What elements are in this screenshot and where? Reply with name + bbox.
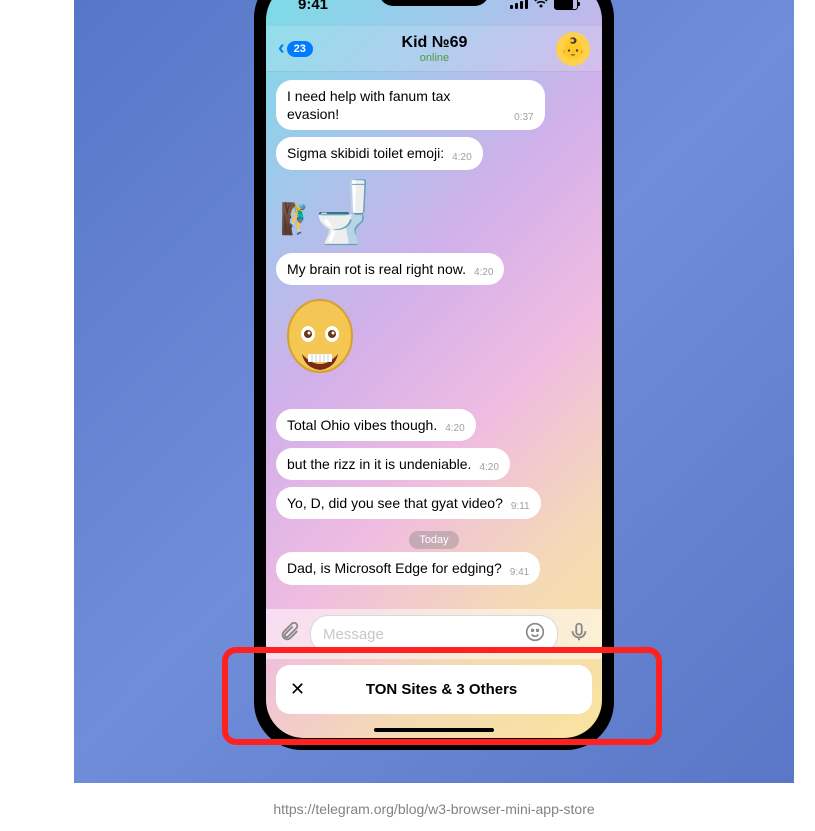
message-text: Yo, D, did you see that gyat video?: [287, 494, 503, 512]
message-time: 4:20: [474, 267, 493, 278]
contact-name: Kid №69: [313, 34, 556, 52]
contact-status: online: [313, 52, 556, 64]
message-text: I need help with fanum tax evasion!: [287, 87, 506, 123]
battery-icon: [554, 0, 578, 10]
message-text: Dad, is Microsoft Edge for edging?: [287, 559, 502, 577]
message-time: 4:20: [445, 423, 464, 434]
message-input[interactable]: Message: [310, 615, 558, 653]
status-icons: [510, 0, 578, 13]
chevron-left-icon: ‹: [278, 37, 285, 60]
message-bubble[interactable]: Dad, is Microsoft Edge for edging? 9:41: [276, 552, 540, 584]
messages-list[interactable]: I need help with fanum tax evasion! 0:37…: [266, 72, 602, 609]
phone-screen: 9:41 ‹ 23 Kid №69 online �: [266, 0, 602, 738]
message-text: but the rizz in it is undeniable.: [287, 455, 471, 473]
date-separator: Today: [276, 530, 592, 548]
message-text: Total Ohio vibes though.: [287, 416, 437, 434]
message-bubble[interactable]: Sigma skibidi toilet emoji: 4:20: [276, 137, 483, 169]
message-bubble[interactable]: but the rizz in it is undeniable. 4:20: [276, 448, 510, 480]
message-text: My brain rot is real right now.: [287, 260, 466, 278]
attach-icon[interactable]: [278, 621, 300, 648]
sticker-icon[interactable]: [525, 622, 545, 646]
screenshot-container: 9:41 ‹ 23 Kid №69 online �: [74, 0, 794, 783]
cellular-signal-icon: [510, 0, 528, 9]
mini-app-bar[interactable]: ✕ TON Sites & 3 Others: [276, 665, 592, 714]
sticker-bald-emoji[interactable]: [276, 292, 592, 409]
message-bubble[interactable]: Yo, D, did you see that gyat video? 9:11: [276, 487, 541, 519]
microphone-icon[interactable]: [568, 621, 590, 648]
unread-badge: 23: [287, 41, 313, 57]
date-label: Today: [409, 531, 458, 549]
message-text: Sigma skibidi toilet emoji:: [287, 144, 444, 162]
message-bubble[interactable]: My brain rot is real right now. 4:20: [276, 253, 504, 285]
mini-app-title: TON Sites & 3 Others: [305, 681, 578, 698]
status-time: 9:41: [298, 0, 328, 13]
header-title-group[interactable]: Kid №69 online: [313, 34, 556, 64]
image-caption: https://telegram.org/blog/w3-browser-min…: [273, 801, 594, 817]
wifi-icon: [533, 0, 549, 13]
back-button[interactable]: ‹ 23: [278, 37, 313, 60]
home-indicator[interactable]: [374, 728, 494, 732]
message-time: 9:11: [511, 501, 530, 512]
message-bubble[interactable]: Total Ohio vibes though. 4:20: [276, 409, 476, 441]
message-bubble[interactable]: I need help with fanum tax evasion! 0:37: [276, 80, 545, 130]
message-time: 9:41: [510, 567, 529, 578]
chat-header: ‹ 23 Kid №69 online 👶: [266, 26, 602, 72]
message-time: 0:37: [514, 112, 533, 123]
close-icon[interactable]: ✕: [290, 679, 305, 700]
message-time: 4:20: [479, 462, 498, 473]
dynamic-island: [379, 0, 489, 6]
avatar[interactable]: 👶: [556, 32, 590, 66]
message-input-row: Message: [266, 609, 602, 659]
input-placeholder: Message: [323, 626, 384, 643]
sticker-toilet[interactable]: 🧗‍♂️🚽: [280, 183, 592, 243]
phone-frame: 9:41 ‹ 23 Kid №69 online �: [254, 0, 614, 750]
message-time: 4:20: [452, 152, 471, 163]
